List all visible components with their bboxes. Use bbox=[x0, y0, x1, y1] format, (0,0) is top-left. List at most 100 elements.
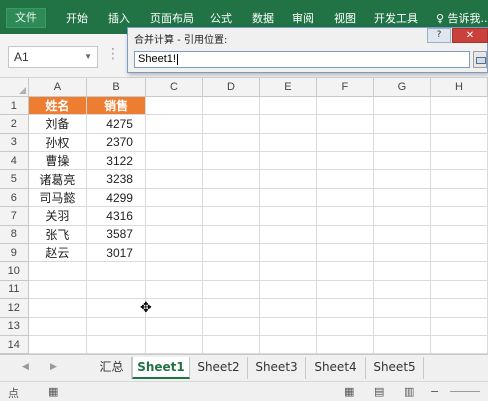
cell-empty[interactable] bbox=[373, 298, 431, 318]
cell-b[interactable] bbox=[86, 280, 146, 300]
cell-empty[interactable] bbox=[259, 133, 317, 153]
cell-empty[interactable] bbox=[316, 188, 374, 208]
tab-formulas[interactable]: 公式 bbox=[210, 10, 232, 26]
cell-a[interactable]: 司马懿 bbox=[28, 188, 88, 208]
cell-a[interactable]: 关羽 bbox=[28, 206, 88, 226]
cell-empty[interactable] bbox=[259, 298, 317, 318]
cell-a[interactable]: 诸葛亮 bbox=[28, 169, 88, 189]
cell-empty[interactable] bbox=[259, 169, 317, 189]
cell-empty[interactable] bbox=[202, 243, 260, 263]
scroll-right-icon[interactable]: ▶ bbox=[50, 362, 57, 372]
cell-b[interactable] bbox=[86, 317, 146, 336]
cell-empty[interactable] bbox=[202, 298, 260, 318]
cell-a[interactable]: 刘备 bbox=[28, 114, 88, 134]
cell-b[interactable]: 3017 bbox=[86, 243, 146, 263]
column-header-d[interactable]: D bbox=[202, 78, 260, 97]
cell-empty[interactable] bbox=[145, 335, 203, 354]
row-header[interactable]: 3 bbox=[0, 133, 29, 153]
column-header-c[interactable]: C bbox=[145, 78, 203, 97]
row-header[interactable]: 1 bbox=[0, 96, 29, 116]
cell-empty[interactable] bbox=[202, 206, 260, 226]
row-header[interactable]: 4 bbox=[0, 151, 29, 171]
cell-empty[interactable] bbox=[145, 169, 203, 189]
cell-empty[interactable] bbox=[259, 96, 317, 116]
row-header[interactable]: 9 bbox=[0, 243, 29, 263]
cell-empty[interactable] bbox=[430, 133, 488, 153]
cell-empty[interactable] bbox=[145, 133, 203, 153]
tab-data[interactable]: 数据 bbox=[252, 10, 274, 26]
cell-b[interactable] bbox=[86, 298, 146, 318]
cell-a[interactable] bbox=[28, 280, 88, 300]
cell-empty[interactable] bbox=[259, 261, 317, 281]
sheet-tab[interactable]: Sheet4 bbox=[306, 357, 366, 379]
cell-empty[interactable] bbox=[430, 298, 488, 318]
cell-empty[interactable] bbox=[202, 188, 260, 208]
cell-empty[interactable] bbox=[259, 188, 317, 208]
cell-empty[interactable] bbox=[316, 114, 374, 134]
normal-view-icon[interactable]: ▦ bbox=[344, 385, 354, 398]
column-header-h[interactable]: H bbox=[430, 78, 488, 97]
cell-b[interactable]: 4316 bbox=[86, 206, 146, 226]
cell-empty[interactable] bbox=[202, 114, 260, 134]
cell-empty[interactable] bbox=[316, 225, 374, 245]
cell-empty[interactable] bbox=[430, 261, 488, 281]
sheet-tab[interactable]: 汇总 bbox=[92, 357, 132, 379]
cell-b[interactable]: 销售 bbox=[86, 96, 146, 116]
cell-empty[interactable] bbox=[259, 317, 317, 336]
cell-a[interactable]: 孙权 bbox=[28, 133, 88, 153]
cell-empty[interactable] bbox=[430, 243, 488, 263]
cell-empty[interactable] bbox=[430, 280, 488, 300]
cell-a[interactable] bbox=[28, 335, 88, 354]
cell-empty[interactable] bbox=[259, 206, 317, 226]
cell-empty[interactable] bbox=[316, 133, 374, 153]
cell-a[interactable] bbox=[28, 317, 88, 336]
expand-dialog-button[interactable] bbox=[473, 51, 487, 68]
tab-home[interactable]: 开始 bbox=[66, 10, 88, 26]
row-header[interactable]: 5 bbox=[0, 169, 29, 189]
row-header[interactable]: 2 bbox=[0, 114, 29, 134]
row-header[interactable]: 12 bbox=[0, 298, 29, 318]
cell-empty[interactable] bbox=[373, 96, 431, 116]
page-layout-view-icon[interactable]: ▤ bbox=[374, 385, 384, 398]
page-break-view-icon[interactable]: ▥ bbox=[404, 385, 414, 398]
zoom-out-icon[interactable]: − bbox=[430, 385, 439, 398]
cell-empty[interactable] bbox=[202, 96, 260, 116]
cell-a[interactable] bbox=[28, 261, 88, 281]
cell-a[interactable]: 曹操 bbox=[28, 151, 88, 171]
scroll-left-icon[interactable]: ◀ bbox=[22, 362, 29, 372]
cell-empty[interactable] bbox=[373, 114, 431, 134]
row-header[interactable]: 11 bbox=[0, 280, 29, 300]
cell-empty[interactable] bbox=[373, 243, 431, 263]
tab-developer[interactable]: 开发工具 bbox=[374, 10, 418, 26]
cell-a[interactable]: 赵云 bbox=[28, 243, 88, 263]
cell-b[interactable] bbox=[86, 261, 146, 281]
cell-empty[interactable] bbox=[259, 151, 317, 171]
cell-empty[interactable] bbox=[373, 151, 431, 171]
cell-b[interactable]: 3587 bbox=[86, 225, 146, 245]
zoom-slider[interactable] bbox=[450, 391, 480, 392]
row-header[interactable]: 14 bbox=[0, 335, 29, 354]
cell-empty[interactable] bbox=[373, 188, 431, 208]
cell-empty[interactable] bbox=[202, 280, 260, 300]
cell-empty[interactable] bbox=[145, 225, 203, 245]
sheet-tab[interactable]: Sheet3 bbox=[248, 357, 306, 379]
column-header-f[interactable]: F bbox=[316, 78, 374, 97]
cell-empty[interactable] bbox=[430, 335, 488, 354]
cell-empty[interactable] bbox=[145, 317, 203, 336]
cell-empty[interactable] bbox=[430, 317, 488, 336]
cell-b[interactable]: 4275 bbox=[86, 114, 146, 134]
cell-b[interactable]: 3238 bbox=[86, 169, 146, 189]
column-header-b[interactable]: B bbox=[86, 78, 146, 97]
tab-page-layout[interactable]: 页面布局 bbox=[150, 10, 194, 26]
tab-tell-me[interactable]: ♀ 告诉我... bbox=[436, 10, 488, 26]
cell-empty[interactable] bbox=[202, 225, 260, 245]
row-header[interactable]: 13 bbox=[0, 317, 29, 336]
cell-empty[interactable] bbox=[145, 298, 203, 318]
row-header[interactable]: 6 bbox=[0, 188, 29, 208]
cell-empty[interactable] bbox=[202, 151, 260, 171]
tab-insert[interactable]: 插入 bbox=[108, 10, 130, 26]
cell-empty[interactable] bbox=[259, 243, 317, 263]
column-header-e[interactable]: E bbox=[259, 78, 317, 97]
cell-empty[interactable] bbox=[373, 206, 431, 226]
cell-empty[interactable] bbox=[202, 169, 260, 189]
